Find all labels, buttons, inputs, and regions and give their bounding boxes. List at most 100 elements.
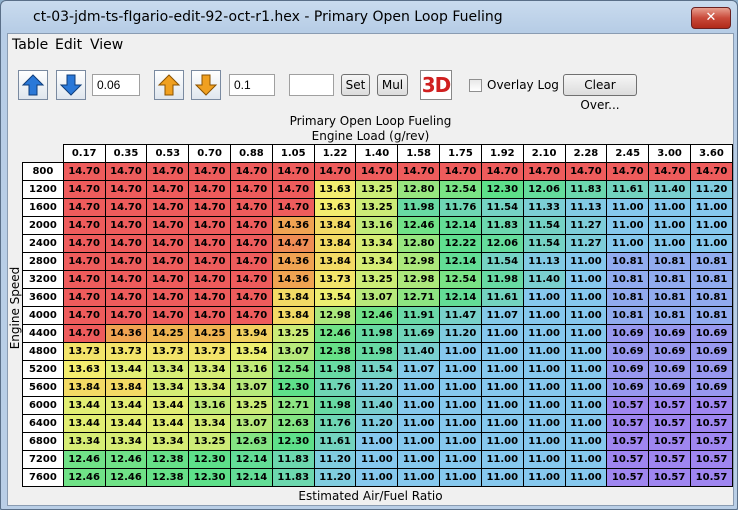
table-cell[interactable]: 11.33 (522, 198, 566, 217)
table-cell[interactable]: 13.25 (355, 270, 399, 289)
table-cell[interactable]: 14.25 (146, 324, 190, 343)
table-cell[interactable]: 10.81 (606, 288, 650, 307)
table-cell[interactable]: 13.44 (146, 396, 190, 415)
table-cell[interactable]: 13.63 (313, 180, 357, 199)
table-cell[interactable]: 13.34 (188, 414, 232, 433)
table-cell[interactable]: 13.73 (313, 270, 357, 289)
table-cell[interactable]: 13.73 (188, 342, 232, 361)
table-cell[interactable]: 12.30 (271, 378, 315, 397)
table-cell[interactable]: 12.14 (439, 288, 482, 307)
table-cell[interactable]: 11.07 (480, 306, 524, 325)
table-cell[interactable]: 13.25 (271, 324, 315, 343)
table-cell[interactable]: 11.00 (689, 198, 734, 217)
table-cell[interactable]: 14.70 (104, 288, 148, 307)
table-cell[interactable]: 11.76 (313, 378, 357, 397)
table-cell[interactable]: 14.70 (480, 162, 524, 181)
table-cell[interactable]: 11.61 (313, 432, 357, 451)
table-cell[interactable]: 12.38 (146, 450, 190, 469)
table-cell[interactable]: 11.13 (522, 252, 566, 271)
table-cell[interactable]: 11.27 (564, 216, 608, 235)
table-cell[interactable]: 14.70 (689, 162, 734, 181)
table-cell[interactable]: 10.57 (606, 414, 650, 433)
table-cell[interactable]: 11.40 (355, 396, 399, 415)
table-cell[interactable]: 11.40 (648, 180, 691, 199)
table-cell[interactable]: 14.36 (271, 216, 315, 235)
table-cell[interactable]: 12.46 (62, 450, 106, 469)
table-cell[interactable]: 14.70 (188, 180, 232, 199)
table-cell[interactable]: 11.00 (439, 432, 482, 451)
table-cell[interactable]: 12.06 (522, 180, 566, 199)
table-cell[interactable]: 11.00 (439, 360, 482, 379)
table-cell[interactable]: 13.84 (271, 288, 315, 307)
table-cell[interactable]: 13.25 (230, 396, 273, 415)
table-cell[interactable]: 11.00 (564, 450, 608, 469)
table-cell[interactable]: 11.00 (522, 396, 566, 415)
table-cell[interactable]: 11.54 (355, 360, 399, 379)
large-step-input[interactable] (229, 74, 275, 96)
table-cell[interactable]: 14.70 (230, 306, 273, 325)
menu-table[interactable]: Table (12, 37, 48, 53)
table-cell[interactable]: 12.46 (62, 468, 106, 487)
table-cell[interactable]: 11.98 (355, 342, 399, 361)
table-cell[interactable]: 11.20 (355, 378, 399, 397)
table-cell[interactable]: 11.00 (522, 306, 566, 325)
table-cell[interactable]: 13.73 (146, 342, 190, 361)
table-cell[interactable]: 11.00 (606, 198, 650, 217)
table-cell[interactable]: 11.00 (439, 378, 482, 397)
table-cell[interactable]: 12.46 (104, 450, 148, 469)
table-cell[interactable]: 10.81 (689, 252, 734, 271)
table-cell[interactable]: 11.00 (480, 378, 524, 397)
table-cell[interactable]: 12.98 (313, 306, 357, 325)
table-cell[interactable]: 14.70 (397, 162, 441, 181)
table-cell[interactable]: 14.70 (355, 162, 399, 181)
table-cell[interactable]: 13.63 (313, 198, 357, 217)
table-cell[interactable]: 13.44 (104, 360, 148, 379)
table-cell[interactable]: 14.70 (146, 216, 190, 235)
table-cell[interactable]: 12.46 (397, 216, 441, 235)
table-cell[interactable]: 14.70 (606, 162, 650, 181)
table-cell[interactable]: 10.57 (689, 414, 734, 433)
table-cell[interactable]: 12.14 (230, 450, 273, 469)
table-cell[interactable]: 13.34 (188, 360, 232, 379)
decrement-large-button[interactable] (191, 70, 221, 100)
table-cell[interactable]: 10.69 (606, 342, 650, 361)
table-cell[interactable]: 11.00 (439, 414, 482, 433)
table-cell[interactable]: 12.06 (480, 234, 524, 253)
table-cell[interactable]: 11.00 (439, 396, 482, 415)
table-cell[interactable]: 10.69 (648, 378, 691, 397)
table-cell[interactable]: 14.70 (439, 162, 482, 181)
table-cell[interactable]: 13.94 (230, 324, 273, 343)
table-cell[interactable]: 10.57 (648, 468, 691, 487)
table-cell[interactable]: 11.54 (522, 216, 566, 235)
increment-small-button[interactable] (18, 70, 48, 100)
table-cell[interactable]: 13.84 (62, 378, 106, 397)
table-cell[interactable]: 14.70 (188, 288, 232, 307)
table-cell[interactable]: 13.84 (271, 306, 315, 325)
menu-edit[interactable]: Edit (55, 37, 82, 53)
table-cell[interactable]: 11.00 (522, 288, 566, 307)
table-cell[interactable]: 11.98 (355, 324, 399, 343)
table-cell[interactable]: 14.70 (104, 270, 148, 289)
table-cell[interactable]: 12.30 (188, 468, 232, 487)
table-cell[interactable]: 11.00 (564, 414, 608, 433)
table-cell[interactable]: 14.70 (104, 180, 148, 199)
table-cell[interactable]: 10.69 (606, 360, 650, 379)
table-cell[interactable]: 13.63 (62, 360, 106, 379)
table-cell[interactable]: 14.25 (188, 324, 232, 343)
table-cell[interactable]: 10.69 (606, 324, 650, 343)
table-cell[interactable]: 11.27 (564, 234, 608, 253)
table-cell[interactable]: 12.30 (480, 180, 524, 199)
table-cell[interactable]: 11.83 (480, 216, 524, 235)
table-cell[interactable]: 14.70 (62, 216, 106, 235)
table-cell[interactable]: 11.00 (606, 234, 650, 253)
table-cell[interactable]: 14.70 (230, 234, 273, 253)
table-cell[interactable]: 14.70 (313, 162, 357, 181)
table-cell[interactable]: 14.70 (230, 216, 273, 235)
table-cell[interactable]: 14.70 (271, 198, 315, 217)
table-cell[interactable]: 11.00 (522, 450, 566, 469)
table-cell[interactable]: 11.00 (397, 378, 441, 397)
table-cell[interactable]: 11.00 (564, 306, 608, 325)
table-cell[interactable]: 13.34 (355, 234, 399, 253)
table-cell[interactable]: 12.54 (439, 270, 482, 289)
table-cell[interactable]: 14.70 (188, 162, 232, 181)
